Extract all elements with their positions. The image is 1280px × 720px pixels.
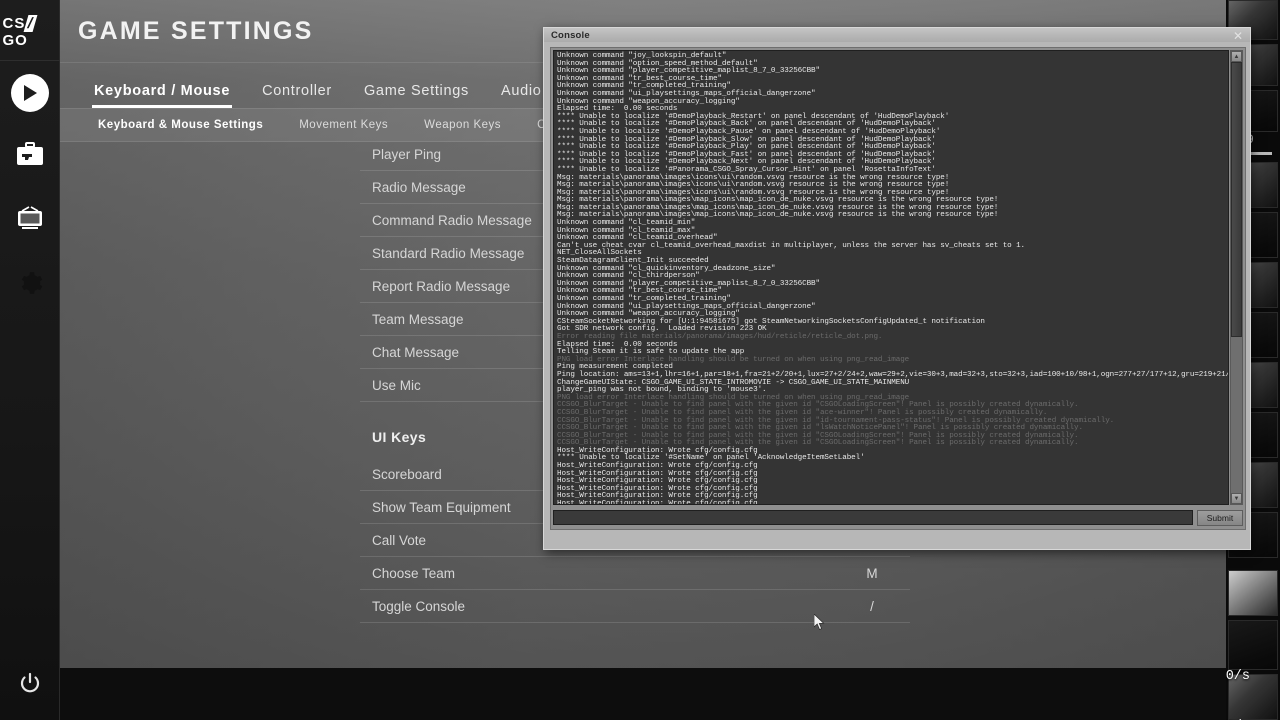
csgo-logo: CS/GO	[3, 14, 57, 50]
keybind-label: Standard Radio Message	[372, 246, 524, 261]
console-body: Unknown command "joy_lookspin_default"Un…	[550, 47, 1246, 530]
keybind-label: Show Team Equipment	[372, 500, 511, 515]
subtab-label: Movement Keys	[299, 119, 388, 131]
keybind-key: /	[852, 599, 892, 614]
keybind-label: Call Vote	[372, 533, 426, 548]
logo-slash: /	[24, 15, 38, 32]
subtab-movement-keys[interactable]: Movement Keys	[281, 119, 406, 131]
chevron-down-icon[interactable]: ▼	[1231, 493, 1242, 504]
gear-icon	[17, 270, 43, 301]
subtab-label: Weapon Keys	[424, 119, 501, 131]
thumbnail-item	[1228, 570, 1278, 616]
tv-icon	[15, 206, 45, 237]
subtab-keyboard-mouse-settings[interactable]: Keyboard & Mouse Settings	[80, 119, 281, 131]
tab-label: Controller	[262, 83, 332, 99]
logo-text-left: CS	[3, 15, 26, 32]
sidebar-item-watch[interactable]	[0, 189, 60, 253]
bottom-bar	[60, 668, 1226, 720]
tab-keyboard-mouse[interactable]: Keyboard / Mouse	[78, 83, 246, 108]
keybind-key: M	[852, 566, 892, 581]
screen: 29 CS/GO	[0, 0, 1280, 720]
keybind-label: Player Ping	[372, 147, 441, 162]
keybind-label: Radio Message	[372, 180, 466, 195]
console-scrollbar[interactable]: ▲ ▼	[1230, 50, 1243, 505]
console-input-row: Submit	[553, 508, 1243, 527]
subtab-label: Keyboard & Mouse Settings	[98, 119, 263, 131]
chevron-up-icon[interactable]: ▲	[1231, 51, 1242, 62]
power-icon	[18, 671, 42, 700]
scrollbar-thumb[interactable]	[1231, 62, 1242, 337]
tab-label: Keyboard / Mouse	[94, 83, 230, 99]
sidebar-item-settings[interactable]	[0, 253, 60, 317]
tab-label: Game Settings	[364, 83, 469, 99]
console-line: Can't use cheat cvar cl_teamid_overhead_…	[557, 243, 1225, 251]
keybind-label: Use Mic	[372, 378, 421, 393]
keybind-label: Report Radio Message	[372, 279, 510, 294]
sidebar-item-play[interactable]	[0, 61, 60, 125]
console-line: Host_WriteConfiguration: Wrote cfg/confi…	[557, 501, 1225, 505]
keybind-row[interactable]: Toggle Console /	[360, 590, 910, 623]
subtab-weapon-keys[interactable]: Weapon Keys	[406, 119, 519, 131]
console-submit-button[interactable]: Submit	[1197, 510, 1243, 526]
play-icon	[11, 74, 49, 112]
sidebar-item-power[interactable]	[0, 650, 60, 720]
console-titlebar[interactable]: Console ✕	[544, 28, 1250, 42]
left-nav: CS/GO	[0, 0, 60, 720]
sidebar-item-inventory[interactable]	[0, 125, 60, 189]
page-title: GAME SETTINGS	[78, 17, 314, 46]
keybind-label: Command Radio Message	[372, 213, 532, 228]
keybind-label: UI Keys	[372, 429, 426, 445]
tab-controller[interactable]: Controller	[246, 83, 348, 108]
keybind-label: Chat Message	[372, 345, 459, 360]
logo-text-right: GO	[3, 32, 28, 49]
console-output: Unknown command "joy_lookspin_default"Un…	[553, 50, 1229, 505]
keybind-label: Team Message	[372, 312, 464, 327]
console-window[interactable]: Console ✕ Unknown command "joy_lookspin_…	[543, 27, 1251, 550]
close-icon[interactable]: ✕	[1230, 30, 1246, 42]
keybind-row[interactable]: Choose Team M	[360, 557, 910, 590]
briefcase-gun-icon	[15, 142, 45, 173]
console-command-input[interactable]	[553, 510, 1193, 525]
keybind-label: Toggle Console	[372, 599, 465, 614]
keybind-label: Scoreboard	[372, 467, 442, 482]
keybind-label: Choose Team	[372, 566, 455, 581]
console-title: Console	[551, 30, 590, 41]
tab-game-settings[interactable]: Game Settings	[348, 83, 485, 108]
